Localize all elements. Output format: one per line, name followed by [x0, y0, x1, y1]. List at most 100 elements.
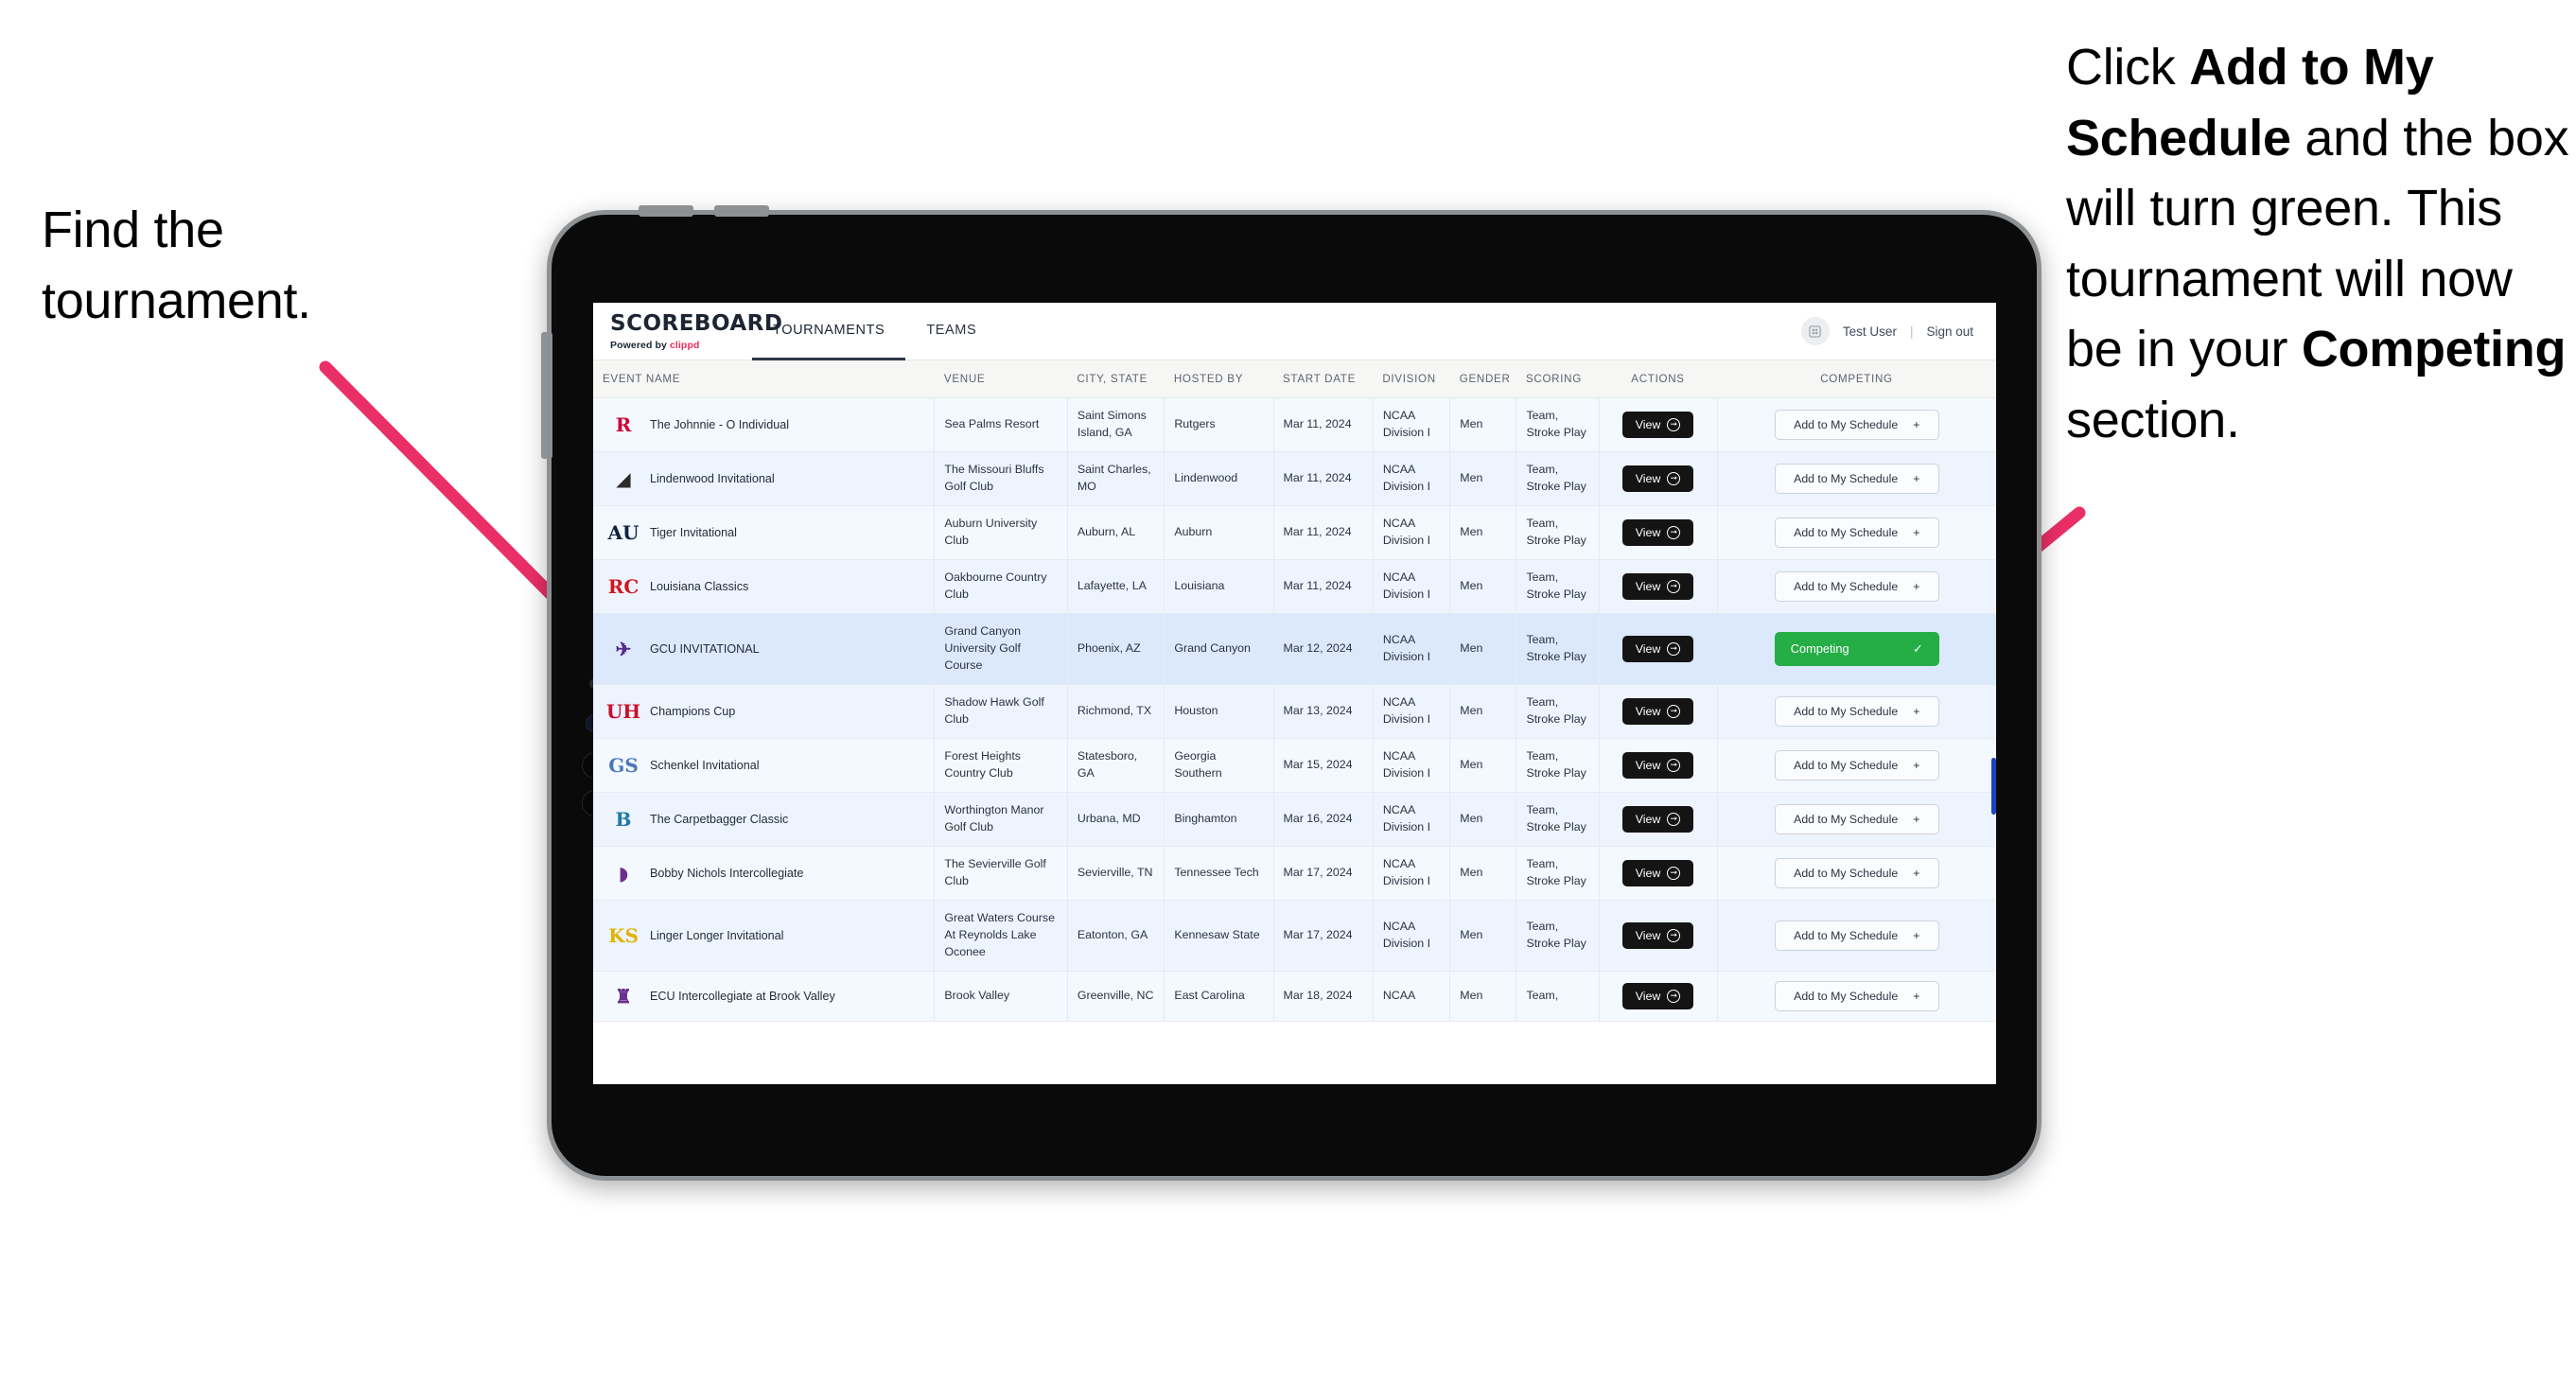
view-button[interactable]: View ➞: [1621, 518, 1694, 546]
add-to-my-schedule-label: Add to My Schedule: [1794, 704, 1899, 718]
arrow-right-circle-icon: ➞: [1667, 989, 1681, 1003]
cell-venue: Brook Valley: [934, 971, 1068, 1022]
view-button[interactable]: View ➞: [1621, 465, 1694, 492]
add-to-my-schedule-label: Add to My Schedule: [1794, 928, 1899, 942]
add-to-my-schedule-label: Add to My Schedule: [1794, 471, 1899, 485]
cell-actions: View ➞: [1599, 613, 1718, 685]
column-header-actions[interactable]: ACTIONS: [1599, 360, 1717, 398]
table-row[interactable]: ♜ ECU Intercollegiate at Brook Valley Broo…: [593, 971, 1996, 1022]
header-right-group: Test User | Sign out: [1800, 303, 1996, 360]
table-row[interactable]: RC Louisiana Classics Oakbourne Country Cl…: [593, 559, 1996, 614]
cell-start-date: Mar 15, 2024: [1273, 738, 1374, 793]
column-header-city-state[interactable]: CITY, STATE: [1067, 360, 1165, 398]
column-header-event-name[interactable]: EVENT NAME: [593, 360, 935, 398]
brand-logo[interactable]: SCOREBOARD Powered by clippd: [593, 303, 782, 360]
view-button[interactable]: View ➞: [1621, 805, 1694, 833]
arrow-right-circle-icon: ➞: [1667, 525, 1681, 539]
cell-start-date: Mar 12, 2024: [1273, 613, 1374, 685]
view-button[interactable]: View ➞: [1621, 921, 1694, 949]
view-button[interactable]: View ➞: [1621, 751, 1694, 779]
table-body: R The Johnnie - O Individual Sea Palms Res…: [593, 397, 1996, 1022]
volume-up-button[interactable]: [639, 205, 693, 217]
column-header-scoring[interactable]: SCORING: [1516, 360, 1600, 398]
cell-scoring: Team, Stroke Play: [1516, 559, 1600, 614]
cell-hosted-by: Houston: [1164, 684, 1274, 739]
table-row[interactable]: ◢ Lindenwood Invitational The Missouri Blu…: [593, 451, 1996, 506]
view-button[interactable]: View ➞: [1621, 635, 1694, 662]
column-header-division[interactable]: DIVISION: [1373, 360, 1450, 398]
brand-tagline-clippd: clippd: [669, 340, 700, 351]
view-button[interactable]: View ➞: [1621, 572, 1694, 600]
add-to-my-schedule-label: Add to My Schedule: [1794, 989, 1899, 1003]
table-row[interactable]: R The Johnnie - O Individual Sea Palms Res…: [593, 397, 1996, 452]
table-row[interactable]: ◗ Bobby Nichols Intercollegiate The Sevier…: [593, 846, 1996, 901]
view-button[interactable]: View ➞: [1621, 859, 1694, 886]
add-to-my-schedule-button[interactable]: Add to My Schedule +: [1774, 920, 1939, 951]
table-row[interactable]: ✈ GCU INVITATIONAL Grand Canyon University…: [593, 613, 1996, 685]
add-to-my-schedule-button[interactable]: Add to My Schedule +: [1774, 517, 1939, 548]
add-to-my-schedule-label: Add to My Schedule: [1794, 866, 1899, 880]
user-name-label[interactable]: Test User: [1843, 325, 1897, 339]
avatar[interactable]: [1800, 317, 1830, 345]
volume-down-button[interactable]: [714, 205, 769, 217]
column-header-venue[interactable]: VENUE: [934, 360, 1068, 398]
view-button[interactable]: View ➞: [1621, 411, 1694, 438]
add-to-my-schedule-button[interactable]: Add to My Schedule +: [1774, 409, 1939, 440]
cell-competing: Add to My Schedule +: [1717, 397, 1996, 452]
cell-division: NCAA Division I: [1373, 505, 1451, 560]
event-name-label: Louisiana Classics: [650, 579, 749, 593]
cell-city-state: Lafayette, LA: [1067, 559, 1165, 614]
view-button-label: View: [1635, 525, 1661, 539]
cell-competing: Add to My Schedule +: [1717, 684, 1996, 739]
browser-viewport: SCOREBOARD Powered by clippd TOURNAMENTS…: [593, 303, 1996, 1084]
arrow-right-circle-icon: ➞: [1667, 471, 1681, 485]
cell-division: NCAA Division I: [1373, 684, 1451, 739]
event-name-label: GCU INVITATIONAL: [650, 641, 760, 656]
add-to-my-schedule-button[interactable]: Add to My Schedule +: [1774, 570, 1939, 602]
event-name-label: Tiger Invitational: [650, 525, 737, 539]
tab-tournaments[interactable]: TOURNAMENTS: [752, 303, 906, 360]
team-logo-icon: RC: [607, 574, 640, 598]
cell-venue: Forest Heights Country Club: [934, 738, 1068, 793]
user-grid-icon: [1809, 325, 1822, 338]
cell-division: NCAA Division I: [1373, 397, 1451, 452]
tournaments-table-scroll-area[interactable]: EVENT NAME VENUE CITY, STATE HOSTED BY S…: [593, 360, 1996, 1084]
cell-event-name: UH Champions Cup: [593, 684, 936, 739]
vertical-scrollbar-thumb[interactable]: [1991, 758, 1996, 815]
sign-out-link[interactable]: Sign out: [1926, 325, 1973, 339]
cell-actions: View ➞: [1599, 559, 1718, 614]
cell-actions: View ➞: [1599, 738, 1718, 793]
cell-city-state: Auburn, AL: [1067, 505, 1165, 560]
column-header-competing[interactable]: COMPETING: [1717, 360, 1996, 398]
view-button[interactable]: View ➞: [1621, 982, 1694, 1009]
add-to-my-schedule-button[interactable]: Add to My Schedule +: [1774, 749, 1939, 781]
add-to-my-schedule-button[interactable]: Add to My Schedule +: [1774, 980, 1939, 1011]
view-button-label: View: [1635, 928, 1661, 942]
column-header-hosted-by[interactable]: HOSTED BY: [1164, 360, 1273, 398]
table-row[interactable]: B The Carpetbagger Classic Worthington Man…: [593, 792, 1996, 847]
add-to-my-schedule-button[interactable]: Add to My Schedule +: [1774, 695, 1939, 727]
tab-teams[interactable]: TEAMS: [905, 303, 997, 360]
event-name-label: Schenkel Invitational: [650, 758, 760, 772]
view-button[interactable]: View ➞: [1621, 697, 1694, 725]
brand-tagline: Powered by clippd: [610, 340, 752, 351]
table-row[interactable]: GS Schenkel Invitational Forest Heights Co…: [593, 738, 1996, 793]
power-button[interactable]: [541, 332, 552, 459]
annotation-left-line1: Find the: [42, 202, 224, 258]
add-to-my-schedule-button[interactable]: Add to My Schedule +: [1774, 803, 1939, 834]
annotation-left-line2: tournament.: [42, 272, 311, 329]
column-header-start-date[interactable]: START DATE: [1273, 360, 1374, 398]
cell-venue: Great Waters Course At Reynolds Lake Oco…: [934, 900, 1068, 972]
cell-actions: View ➞: [1599, 684, 1718, 739]
cell-gender: Men: [1449, 559, 1517, 614]
add-to-my-schedule-button[interactable]: Add to My Schedule +: [1774, 463, 1939, 494]
plus-icon: +: [1913, 812, 1920, 826]
cell-hosted-by: Georgia Southern: [1164, 738, 1274, 793]
cell-scoring: Team, Stroke Play: [1516, 738, 1600, 793]
add-to-my-schedule-button[interactable]: Add to My Schedule +: [1774, 857, 1939, 888]
table-row[interactable]: UH Champions Cup Shadow Hawk Golf Club Rich…: [593, 684, 1996, 739]
column-header-gender[interactable]: GENDER: [1449, 360, 1516, 398]
competing-button[interactable]: Competing ✓: [1774, 631, 1939, 666]
table-row[interactable]: KS Linger Longer Invitational Great Waters…: [593, 900, 1996, 972]
table-row[interactable]: AU Tiger Invitational Auburn University Cl…: [593, 505, 1996, 560]
